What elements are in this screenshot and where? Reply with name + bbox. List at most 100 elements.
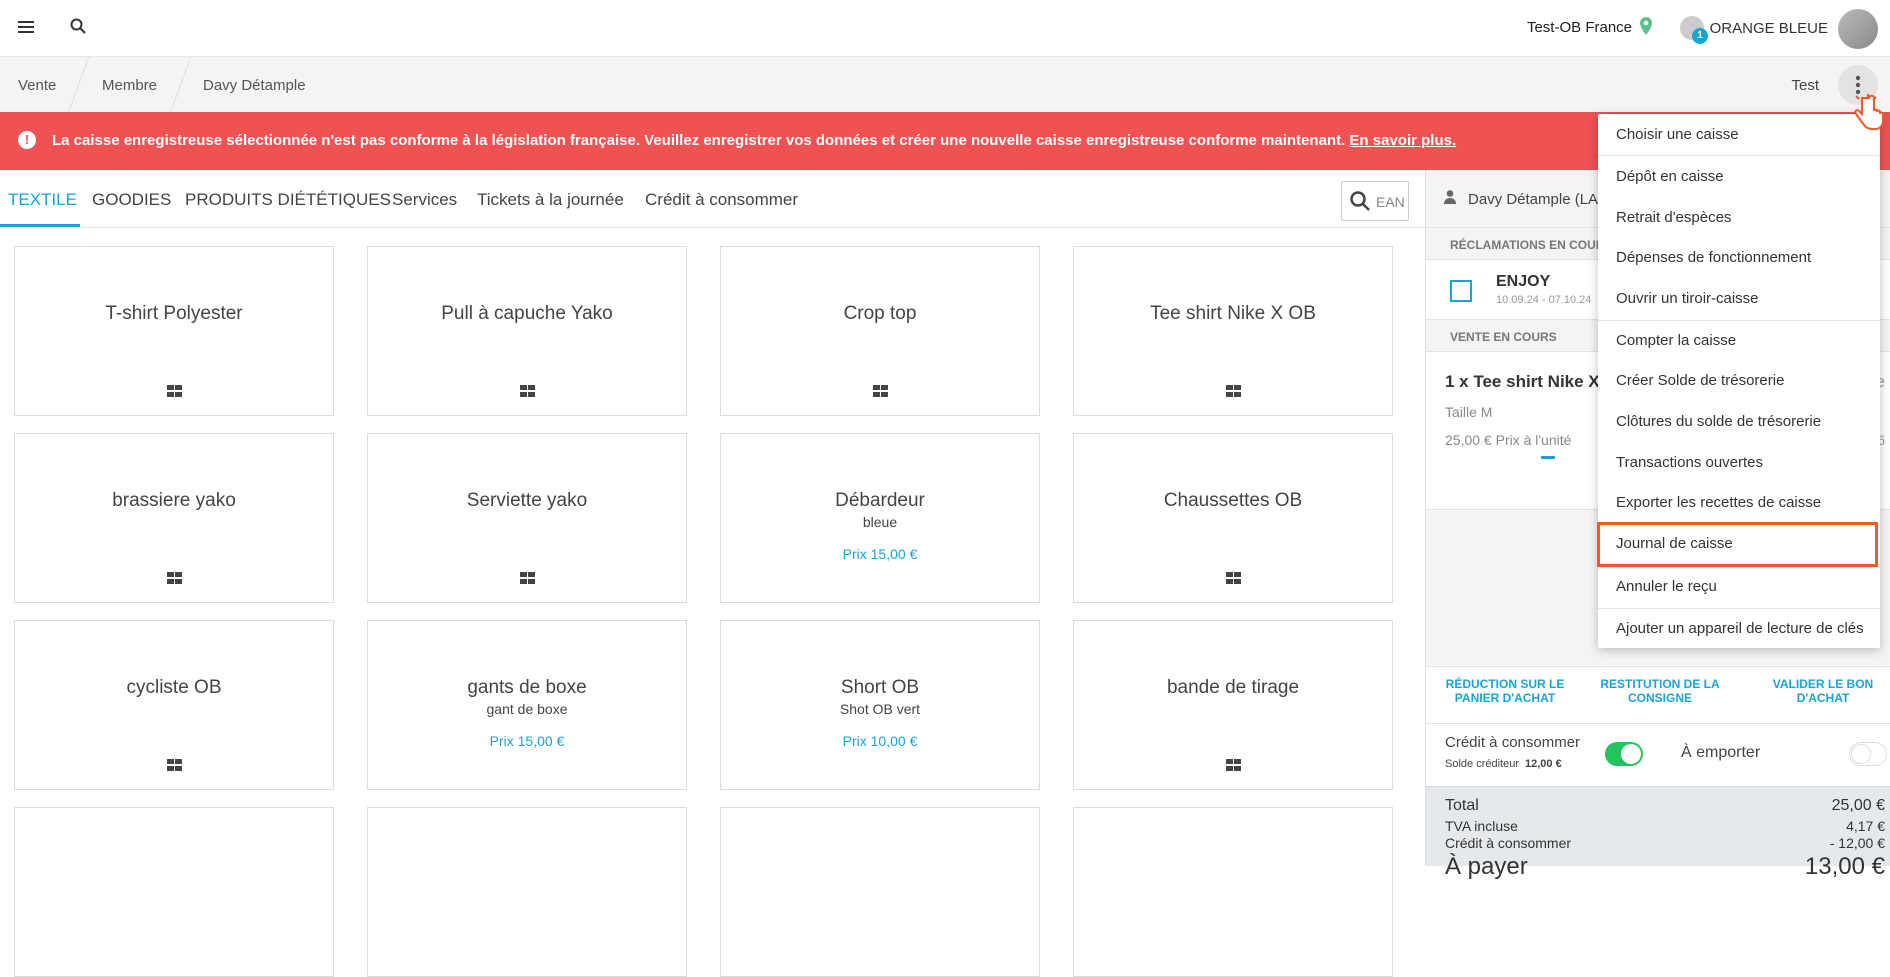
grid-icon <box>167 385 182 397</box>
search-icon[interactable] <box>70 17 86 40</box>
learn-more-link[interactable]: En savoir plus. <box>1349 132 1456 149</box>
menu-divider <box>1598 608 1880 609</box>
grid-icon <box>873 385 888 397</box>
breadcrumb-item-vente[interactable]: Vente <box>18 77 56 94</box>
product-subtitle: gant de boxe <box>486 701 568 717</box>
sale-actions: RÉDUCTION SUR LE PANIER D'ACHAT RESTITUT… <box>1426 666 1890 724</box>
product-card[interactable]: Pull à capuche Yako <box>367 246 687 416</box>
product-card[interactable]: Serviette yako <box>367 433 687 603</box>
cart-discount-button[interactable]: RÉDUCTION SUR LE PANIER D'ACHAT <box>1430 677 1580 705</box>
product-grid: T-shirt Polyester Pull à capuche Yako Crop… <box>0 228 1425 977</box>
menu-item-annuler-recu[interactable]: Annuler le reçu <box>1598 578 1880 595</box>
tab-credit-consommer[interactable]: Crédit à consommer <box>645 190 798 210</box>
ean-placeholder: EAN <box>1376 194 1405 210</box>
credit-balance-label: Solde créditeur <box>1445 758 1519 770</box>
grid-icon <box>167 759 182 771</box>
validate-voucher-button[interactable]: VALIDER LE BON D'ACHAT <box>1748 677 1890 705</box>
product-card[interactable]: bande de tirage <box>1073 620 1393 790</box>
credit-balance-value: 12,00 € <box>1525 758 1562 770</box>
hamburger-icon[interactable] <box>18 17 34 40</box>
breadcrumb: Vente Membre Davy Détample Test <box>0 56 1890 113</box>
sale-item-option: Taille M <box>1445 404 1493 420</box>
bell-icon[interactable]: 1 <box>1680 16 1708 44</box>
grid-icon <box>167 572 182 584</box>
product-subtitle: bleue <box>862 514 898 530</box>
product-card[interactable]: Débardeur bleue Prix 15,00 € <box>720 433 1040 603</box>
deposit-refund-button[interactable]: RESTITUTION DE LA CONSIGNE <box>1585 677 1735 705</box>
tab-produits-dietetiques[interactable]: PRODUITS DIÉTÉTIQUES <box>185 190 391 210</box>
menu-divider <box>1598 155 1880 156</box>
tab-goodies[interactable]: GOODIES <box>92 190 171 210</box>
tab-textile[interactable]: TEXTILE <box>8 190 77 210</box>
total-row: Total 25,00 € <box>1445 797 1885 815</box>
grid-icon <box>520 572 535 584</box>
claim-checkbox[interactable] <box>1450 280 1472 302</box>
product-name: Chaussettes OB <box>1163 490 1303 511</box>
product-name: Serviette yako <box>466 490 588 511</box>
totals-box: Total 25,00 € TVA incluse 4,17 € Crédit à … <box>1426 786 1890 880</box>
active-tab-indicator <box>0 224 80 227</box>
user-icon <box>1444 190 1456 207</box>
menu-item-clotures-solde[interactable]: Clôtures du solde de trésorerie <box>1598 413 1880 430</box>
organization-name[interactable]: ORANGE BLEUE <box>1710 20 1828 37</box>
product-card[interactable]: brassiere yako <box>14 433 334 603</box>
product-price: Prix 15,00 € <box>489 733 565 749</box>
credit-balance: Solde créditeur 12,00 € <box>1445 758 1562 770</box>
credit-used-row: Crédit à consommer - 12,00 € <box>1445 835 1885 851</box>
product-subtitle: Shot OB vert <box>839 701 921 717</box>
product-name: Pull à capuche Yako <box>441 303 613 324</box>
decrease-quantity-button[interactable] <box>1541 456 1555 459</box>
avatar[interactable] <box>1838 9 1878 49</box>
menu-item-compter-caisse[interactable]: Compter la caisse <box>1598 332 1880 349</box>
credit-toggle[interactable] <box>1605 742 1643 766</box>
product-name: Crop top <box>843 303 917 324</box>
menu-item-creer-solde[interactable]: Créer Solde de trésorerie <box>1598 372 1880 389</box>
menu-item-ajouter-lecteur[interactable]: Ajouter un appareil de lecture de clés <box>1598 620 1880 637</box>
vat-row: TVA incluse 4,17 € <box>1445 818 1885 834</box>
takeaway-toggle[interactable] <box>1849 742 1887 766</box>
credit-label: Crédit à consommer <box>1445 734 1581 751</box>
product-card[interactable] <box>1073 807 1393 977</box>
menu-item-exporter-recettes[interactable]: Exporter les recettes de caisse <box>1598 494 1880 511</box>
menu-item-depenses-fonctionnement[interactable]: Dépenses de fonctionnement <box>1598 249 1880 266</box>
top-bar: Test-OB France 1 ORANGE BLEUE <box>0 0 1890 56</box>
amount-due-value: 13,00 € <box>1804 853 1885 880</box>
tab-services[interactable]: Services <box>392 190 457 210</box>
menu-item-journal-caisse[interactable]: Journal de caisse <box>1598 535 1880 552</box>
grid-icon <box>520 385 535 397</box>
product-card[interactable] <box>14 807 334 977</box>
menu-item-depot-caisse[interactable]: Dépôt en caisse <box>1598 168 1880 185</box>
menu-item-retrait-especes[interactable]: Retrait d'espèces <box>1598 209 1880 226</box>
product-card[interactable]: Short OB Shot OB vert Prix 10,00 € <box>720 620 1040 790</box>
sale-item-name: 1 x Tee shirt Nike X C <box>1445 372 1617 391</box>
product-card[interactable]: cycliste OB <box>14 620 334 790</box>
location-name[interactable]: Test-OB France <box>1527 19 1632 36</box>
product-card[interactable]: gants de boxe gant de boxe Prix 15,00 € <box>367 620 687 790</box>
location-pin-icon <box>1640 17 1652 40</box>
alert-text: La caisse enregistreuse sélectionnée n'e… <box>52 132 1456 149</box>
product-name: brassiere yako <box>112 490 236 511</box>
product-name: cycliste OB <box>126 677 222 698</box>
product-card[interactable]: T-shirt Polyester <box>14 246 334 416</box>
credit-used-value: - 12,00 € <box>1829 835 1885 851</box>
claim-dates: 10.09.24 - 07.10.24 <box>1496 294 1592 306</box>
menu-divider <box>1598 567 1880 568</box>
menu-item-choisir-caisse[interactable]: Choisir une caisse <box>1598 126 1880 143</box>
tab-tickets-journee[interactable]: Tickets à la journée <box>477 190 624 210</box>
menu-item-transactions-ouvertes[interactable]: Transactions ouvertes <box>1598 454 1880 471</box>
product-name: Short OB <box>840 677 920 698</box>
product-card[interactable]: Chaussettes OB <box>1073 433 1393 603</box>
product-card[interactable] <box>720 807 1040 977</box>
test-label: Test <box>1791 77 1819 94</box>
breadcrumb-item-member-name: Davy Détample <box>203 77 306 94</box>
amount-due-row: À payer 13,00 € <box>1445 853 1885 881</box>
breadcrumb-item-membre[interactable]: Membre <box>102 77 157 94</box>
category-tabs: TEXTILE GOODIES PRODUITS DIÉTÉTIQUES Ser… <box>0 170 1425 228</box>
product-card[interactable] <box>367 807 687 977</box>
ean-search-input[interactable]: EAN <box>1341 181 1409 221</box>
breadcrumb-divider <box>67 57 90 113</box>
product-card[interactable]: Crop top <box>720 246 1040 416</box>
menu-item-ouvrir-tiroir[interactable]: Ouvrir un tiroir-caisse <box>1598 290 1880 307</box>
credit-used-label: Crédit à consommer <box>1445 835 1572 851</box>
product-card[interactable]: Tee shirt Nike X OB <box>1073 246 1393 416</box>
